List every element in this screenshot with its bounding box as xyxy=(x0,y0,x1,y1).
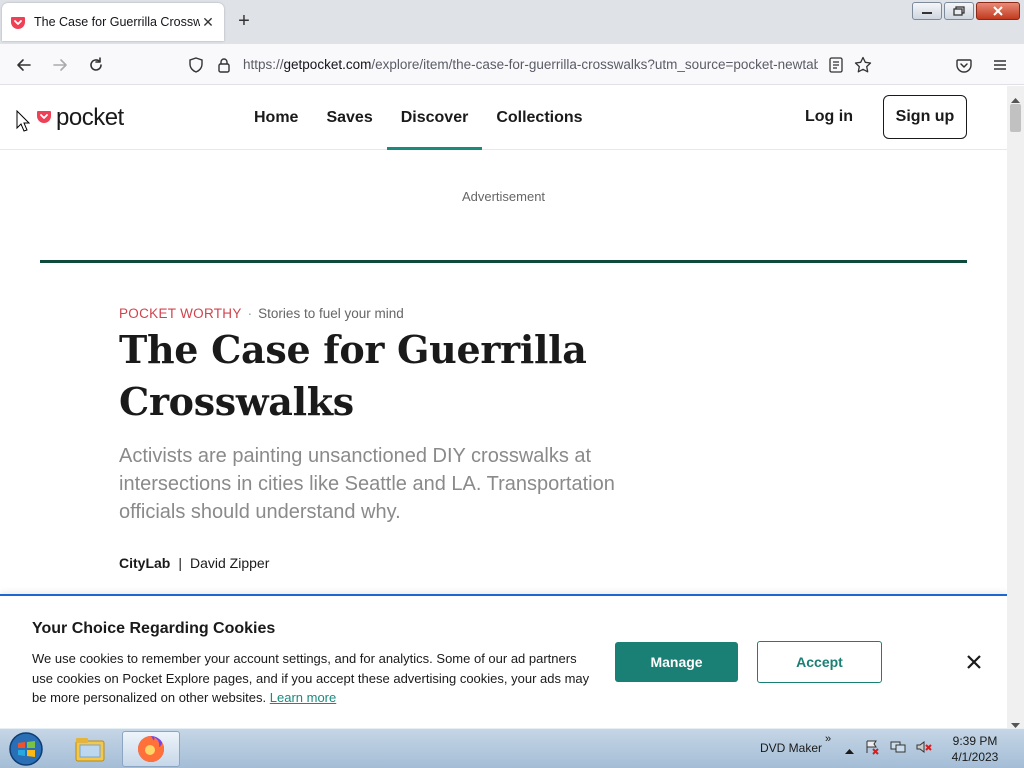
show-hidden-icons-icon[interactable] xyxy=(845,741,854,759)
navigation-toolbar: https://getpocket.com/explore/item/the-c… xyxy=(0,44,1024,85)
publisher-link[interactable]: CityLab xyxy=(119,555,170,571)
address-bar[interactable]: https://getpocket.com/explore/item/the-c… xyxy=(182,49,882,81)
nav-home[interactable]: Home xyxy=(240,86,312,150)
shield-icon[interactable] xyxy=(188,57,204,78)
window-controls xyxy=(912,2,1020,20)
tab-strip: The Case for Guerrilla Crosswalks ✕ + xyxy=(0,0,1024,44)
nav-saves[interactable]: Saves xyxy=(312,86,386,150)
kicker-label: POCKET WORTHY xyxy=(119,306,242,321)
logo-wordmark: pocket xyxy=(56,104,124,131)
clock[interactable]: 9:39 PM 4/1/2023 xyxy=(945,733,1005,765)
kicker-separator: · xyxy=(247,306,253,321)
article-title: The Case for Guerrilla Crosswalks xyxy=(119,327,587,424)
nav-discover[interactable]: Discover xyxy=(386,86,483,150)
url-path: /explore/item/the-case-for-guerrilla-cro… xyxy=(371,57,818,72)
url-text: https://getpocket.com/explore/item/the-c… xyxy=(243,57,818,72)
browser-tab[interactable]: The Case for Guerrilla Crosswalks ✕ xyxy=(2,3,224,41)
signup-button[interactable]: Sign up xyxy=(883,95,967,139)
article-dek: Activists are painting unsanctioned DIY … xyxy=(119,445,615,523)
nav-collections[interactable]: Collections xyxy=(482,86,596,150)
pocket-icon xyxy=(10,14,26,30)
new-tab-icon[interactable]: + xyxy=(234,11,254,31)
cookie-title: Your Choice Regarding Cookies xyxy=(32,620,276,637)
manage-button[interactable]: Manage xyxy=(615,642,738,682)
url-scheme: https:// xyxy=(243,57,284,72)
tab-close-icon[interactable]: ✕ xyxy=(200,14,216,30)
byline-separator: | xyxy=(178,555,182,571)
forward-icon[interactable] xyxy=(48,53,72,77)
learn-more-link[interactable]: Learn more xyxy=(270,690,336,705)
firefox-icon[interactable] xyxy=(122,731,180,767)
mouse-cursor-icon xyxy=(16,109,31,137)
minimize-icon[interactable] xyxy=(912,2,942,20)
taskbar: DVD Maker » 9:39 PM 4/1/2023 xyxy=(0,728,1024,768)
close-window-icon[interactable] xyxy=(976,2,1020,20)
restore-icon[interactable] xyxy=(944,2,974,20)
site-header: pocket Home Saves Discover Collections L… xyxy=(0,86,1007,150)
pocket-logo-icon xyxy=(36,108,52,129)
clock-date: 4/1/2023 xyxy=(951,750,999,764)
main-nav: Home Saves Discover Collections xyxy=(240,86,597,150)
toolbar-label[interactable]: DVD Maker xyxy=(760,741,822,755)
scrollbar[interactable] xyxy=(1007,86,1024,728)
article-kicker: POCKET WORTHY · Stories to fuel your mind xyxy=(119,306,404,321)
tab-title: The Case for Guerrilla Crosswalks xyxy=(34,15,200,29)
reader-view-icon[interactable] xyxy=(828,57,844,78)
url-host: getpocket.com xyxy=(283,57,372,72)
accept-button[interactable]: Accept xyxy=(757,641,882,683)
chevron-right-icon[interactable]: » xyxy=(825,733,831,745)
menu-icon[interactable] xyxy=(988,53,1012,77)
cookie-text: We use cookies to remember your account … xyxy=(32,649,597,708)
article-byline: CityLab | David Zipper xyxy=(119,555,269,571)
back-icon[interactable] xyxy=(12,53,36,77)
close-icon[interactable] xyxy=(965,653,983,671)
network-icon[interactable] xyxy=(890,739,906,760)
reload-icon[interactable] xyxy=(84,53,108,77)
bookmark-star-icon[interactable] xyxy=(854,56,872,79)
system-tray xyxy=(845,739,932,760)
login-link[interactable]: Log in xyxy=(805,108,853,126)
volume-muted-icon[interactable] xyxy=(916,739,932,760)
scroll-thumb[interactable] xyxy=(1010,104,1021,132)
web-page: pocket Home Saves Discover Collections L… xyxy=(0,86,1007,728)
cookie-banner: Your Choice Regarding Cookies We use coo… xyxy=(0,594,1007,728)
pocket-save-icon[interactable] xyxy=(952,53,976,77)
lock-icon[interactable] xyxy=(216,57,232,78)
kicker-subtitle: Stories to fuel your mind xyxy=(258,306,404,321)
clock-time: 9:39 PM xyxy=(952,734,998,748)
pocket-logo[interactable]: pocket xyxy=(36,104,124,132)
action-center-icon[interactable] xyxy=(864,739,880,760)
author-name: David Zipper xyxy=(189,555,270,571)
start-button[interactable] xyxy=(4,730,48,768)
file-explorer-icon[interactable] xyxy=(61,731,119,767)
advertisement-label: Advertisement xyxy=(461,189,546,204)
divider xyxy=(40,260,967,263)
